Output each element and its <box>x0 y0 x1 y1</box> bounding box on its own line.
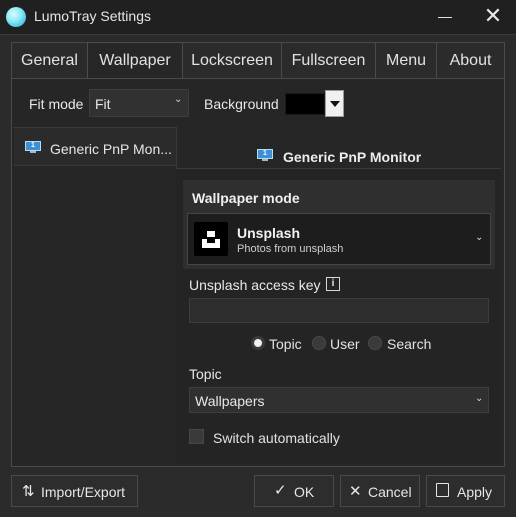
access-key-input[interactable] <box>189 298 489 323</box>
wallpaper-mode-title: Unsplash <box>237 225 301 241</box>
wallpaper-mode-heading: Wallpaper mode <box>192 190 300 206</box>
topic-value: Wallpapers <box>195 393 265 409</box>
access-key-label: Unsplash access key <box>189 277 321 293</box>
tab-fullscreen[interactable]: Fullscreen <box>281 42 376 78</box>
tab-general[interactable]: General <box>11 42 88 78</box>
tab-menu[interactable]: Menu <box>375 42 437 78</box>
monitor-icon: 1 <box>257 149 273 162</box>
monitor-heading: Generic PnP Monitor <box>283 149 422 165</box>
chevron-down-icon: ⌄ <box>475 232 484 243</box>
import-export-label: Import/Export <box>41 484 126 500</box>
close-button[interactable]: ✕ <box>480 4 506 30</box>
cancel-label: Cancel <box>368 484 412 500</box>
chevron-down-icon: ⌄ <box>174 94 183 105</box>
ok-label: OK <box>294 484 315 500</box>
minimize-button[interactable] <box>432 4 458 30</box>
chevron-down-icon: ⌄ <box>475 393 484 404</box>
tab-lockscreen[interactable]: Lockscreen <box>182 42 282 78</box>
ok-button[interactable]: ✓ OK <box>254 475 334 507</box>
fit-mode-label: Fit mode <box>29 96 84 112</box>
apply-button[interactable]: Apply <box>426 475 505 507</box>
radio-user[interactable] <box>312 336 326 350</box>
up-down-arrows-icon: ⇅ <box>22 483 35 500</box>
monitor-list-item-label: Generic PnP Mon... <box>50 141 172 157</box>
floppy-disk-icon <box>436 483 449 497</box>
auto-switch-checkbox[interactable] <box>189 429 204 444</box>
info-icon[interactable]: i <box>326 277 340 291</box>
radio-topic[interactable] <box>251 336 265 350</box>
background-color-dropdown-button[interactable] <box>325 90 344 117</box>
background-label: Background <box>204 96 279 112</box>
x-icon: ✕ <box>349 483 362 500</box>
import-export-button[interactable]: ⇅ Import/Export <box>11 475 138 507</box>
unsplash-logo-icon <box>194 222 228 256</box>
apply-label: Apply <box>457 484 493 500</box>
wallpaper-mode-subtitle: Photos from unsplash <box>237 243 344 255</box>
background-color-swatch[interactable] <box>285 93 325 115</box>
radio-search-label[interactable]: Search <box>387 336 431 352</box>
monitor-icon: 1 <box>25 141 41 154</box>
wallpaper-mode-select[interactable] <box>187 213 491 265</box>
tab-wallpaper[interactable]: Wallpaper <box>87 42 183 79</box>
topic-label: Topic <box>189 366 222 382</box>
fit-mode-value: Fit <box>95 96 111 112</box>
check-icon: ✓ <box>274 482 287 499</box>
radio-search[interactable] <box>368 336 382 350</box>
window-title: LumoTray Settings <box>34 8 151 24</box>
radio-user-label[interactable]: User <box>330 336 360 352</box>
radio-topic-label[interactable]: Topic <box>269 336 302 352</box>
auto-switch-label[interactable]: Switch automatically <box>213 430 340 446</box>
monitor-list <box>13 127 177 464</box>
tab-about[interactable]: About <box>436 42 505 78</box>
cancel-button[interactable]: ✕ Cancel <box>340 475 420 507</box>
app-logo-icon <box>6 7 26 27</box>
